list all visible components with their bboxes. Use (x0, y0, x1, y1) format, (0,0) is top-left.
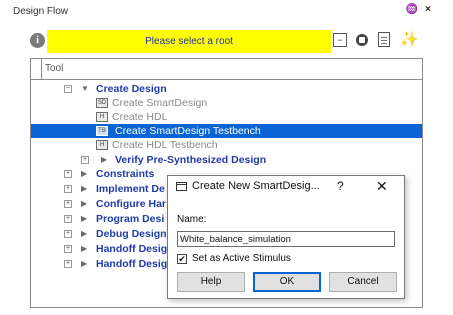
expand-toggle-icon[interactable]: + (64, 245, 72, 253)
tree-row-label: Constraints (96, 168, 155, 180)
expand-toggle-icon[interactable]: + (64, 185, 72, 193)
tree-row-label: Handoff Desig (96, 258, 168, 270)
tree-row-label: Create Design (96, 83, 167, 95)
settings-wand-icon[interactable]: ✨ (400, 32, 419, 47)
tree-row-label: Create HDL (112, 111, 168, 123)
expand-arrow-icon: ▼ (81, 84, 89, 93)
float-panel-icon[interactable]: ♒ (406, 4, 418, 15)
tree-row-label: Verify Pre-Synthesized Design (115, 154, 267, 166)
expand-arrow-icon: ▶ (81, 214, 88, 223)
tree-row-label: Create SmartDesign Testbench (115, 125, 261, 137)
info-icon: i (30, 33, 45, 48)
tree-row-label: Configure Har (96, 198, 167, 210)
expand-toggle-icon[interactable]: + (81, 156, 89, 164)
expand-arrow-icon: ▶ (81, 199, 88, 208)
tree-row-create-smartdesign-testbench[interactable]: TB Create SmartDesign Testbench (31, 124, 422, 138)
tree-row-label: Handoff Desig (96, 243, 168, 255)
expand-arrow-icon: ▶ (81, 259, 88, 268)
testbench-icon: TB (96, 126, 108, 136)
name-field[interactable] (177, 231, 395, 247)
expand-arrow-icon: ▶ (101, 155, 108, 164)
hdl-icon: H (96, 112, 108, 122)
root-status-banner: Please select a root (47, 30, 331, 53)
stop-icon[interactable] (356, 34, 368, 46)
cancel-button[interactable]: Cancel (329, 272, 397, 292)
expand-toggle-icon[interactable]: + (64, 230, 72, 238)
panel-controls: ♒ × (402, 4, 431, 15)
create-smartdesign-dialog: Create New SmartDesig... ? ✕ Name: ✔ Set… (167, 175, 405, 299)
tree-row-create-hdl[interactable]: H Create HDL (31, 110, 422, 124)
name-label: Name: (177, 214, 207, 225)
design-flow-toolbar: i Please select a root − ✨ (30, 28, 430, 54)
tree-row-create-smartdesign[interactable]: SD Create SmartDesign (31, 96, 422, 110)
hdl-testbench-icon: H (96, 140, 108, 150)
expand-toggle-icon[interactable]: + (64, 215, 72, 223)
expand-toggle-icon[interactable]: + (64, 260, 72, 268)
help-icon[interactable]: ? (337, 179, 344, 193)
dialog-title: Create New SmartDesig... (192, 180, 320, 192)
close-panel-icon[interactable]: × (425, 4, 431, 15)
expand-toggle-icon[interactable]: + (64, 170, 72, 178)
ok-button[interactable]: OK (253, 272, 321, 292)
help-button[interactable]: Help (177, 272, 245, 292)
dialog-titlebar[interactable]: Create New SmartDesig... ? ✕ (168, 176, 404, 198)
expand-toggle-icon[interactable]: + (64, 200, 72, 208)
active-stimulus-label[interactable]: Set as Active Stimulus (192, 253, 291, 264)
window-app-icon (176, 182, 187, 191)
close-icon[interactable]: ✕ (376, 178, 388, 195)
tree-row-label: Debug Design (96, 228, 167, 240)
expand-arrow-icon: ▶ (81, 184, 88, 193)
collapse-toggle-icon[interactable]: − (64, 85, 72, 93)
tree-row-create-hdl-testbench[interactable]: H Create HDL Testbench (31, 138, 422, 152)
tree-header: Tool (31, 59, 422, 80)
tree-row-label: Implement De (96, 183, 165, 195)
tree-row-label: Program Desi (96, 213, 165, 225)
report-icon[interactable] (378, 32, 390, 47)
tree-row-verify-pre-synthesized-design[interactable]: + ▶ Verify Pre-Synthesized Design (31, 153, 422, 167)
collapse-icon[interactable]: − (333, 33, 347, 47)
tree-row-label: Create HDL Testbench (112, 139, 218, 151)
tree-row-label: Create SmartDesign (112, 97, 208, 109)
panel-title: Design Flow (13, 6, 69, 17)
column-header-tool[interactable]: Tool (45, 63, 63, 74)
active-stimulus-checkbox[interactable]: ✔ (177, 254, 187, 264)
tree-row-create-design[interactable]: − ▼ Create Design (31, 82, 422, 96)
header-divider (41, 59, 43, 80)
expand-arrow-icon: ▶ (81, 229, 88, 238)
smartdesign-icon: SD (96, 98, 108, 108)
expand-arrow-icon: ▶ (81, 244, 88, 253)
expand-arrow-icon: ▶ (81, 169, 88, 178)
